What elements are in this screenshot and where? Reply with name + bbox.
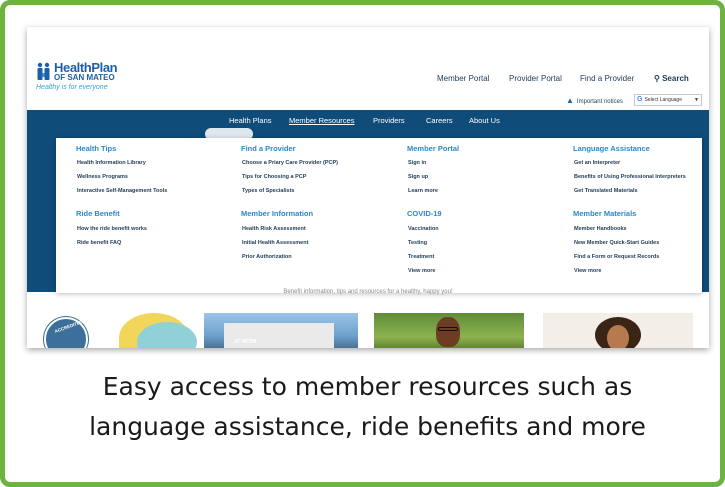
building-sign: AT HPSM (234, 339, 257, 345)
menu-heading-covid-19: COVID-19 (407, 209, 442, 218)
main-nav: Health Plans Member Resources Providers … (27, 110, 709, 130)
menu-link[interactable]: View more (574, 268, 601, 274)
caption-line-2: language assistance, ride benefits and m… (89, 412, 646, 441)
menu-link[interactable]: Find a Form or Request Records (574, 254, 659, 260)
menu-heading-member-information: Member Information (241, 209, 314, 218)
menu-link[interactable]: Get an Interpreter (574, 160, 620, 166)
menu-link[interactable]: New Member Quick-Start Guides (574, 240, 659, 246)
menu-link[interactable]: Tips for Choosing a PCP (242, 174, 306, 180)
nav-careers[interactable]: Careers (426, 116, 453, 125)
brand-tagline: Healthy is for everyone (36, 84, 108, 91)
menu-link[interactable]: Types of Specialists (242, 188, 294, 194)
menu-heading-member-portal: Member Portal (407, 144, 460, 153)
language-select[interactable]: G Select Language ▼ (634, 94, 702, 106)
search-icon: ⚲ (654, 74, 660, 83)
nav-providers[interactable]: Providers (373, 116, 405, 125)
menu-link[interactable]: Choose a Priary Care Provider (PCP) (242, 160, 338, 166)
menu-link[interactable]: Testing (408, 240, 427, 246)
person-glasses (438, 327, 458, 331)
menu-link[interactable]: Learn more (408, 188, 438, 194)
menu-link[interactable]: Get Translated Materials (574, 188, 638, 194)
menu-link[interactable]: Health Information Library (77, 160, 146, 166)
nav-about-us[interactable]: About Us (469, 116, 500, 125)
person-face (607, 325, 629, 348)
nav-member-resources[interactable]: Member Resources (289, 116, 354, 125)
provider-portal-link[interactable]: Provider Portal (509, 74, 562, 83)
language-select-label: Select Language (644, 97, 682, 103)
menu-heading-health-tips: Health Tips (76, 144, 117, 153)
menu-link[interactable]: Vaccination (408, 226, 439, 232)
menu-link[interactable]: Member Handbooks (574, 226, 627, 232)
page-tagline: Benefit information, tips and resources … (283, 289, 453, 295)
menu-link[interactable]: Sign up (408, 174, 428, 180)
family-icon (37, 62, 50, 80)
alert-triangle-icon: ▲ (566, 96, 574, 105)
google-translate-icon: G (637, 96, 643, 103)
menu-link[interactable]: View more (408, 268, 435, 274)
menu-link[interactable]: Interactive Self-Management Tools (77, 188, 167, 194)
building-photo[interactable]: AT HPSM (204, 313, 358, 348)
accreditation-badge: ACCREDITED (44, 317, 88, 348)
member-portal-link[interactable]: Member Portal (437, 74, 489, 83)
menu-heading-find-a-provider: Find a Provider (241, 144, 296, 153)
important-notices-label: Important notices (576, 99, 623, 105)
person-head (436, 317, 460, 347)
promo-frame: HealthPlan OF SAN MATEO Healthy is for e… (0, 0, 725, 487)
menu-link[interactable]: Prior Authorization (242, 254, 292, 260)
menu-link[interactable]: Ride benefit FAQ (77, 240, 121, 246)
brand-logo[interactable]: HealthPlan OF SAN MATEO Healthy is for e… (36, 58, 146, 92)
menu-link[interactable]: How the ride benefit works (77, 226, 147, 232)
menu-heading-member-materials: Member Materials (573, 209, 637, 218)
menu-heading-language-assistance: Language Assistance (573, 144, 650, 153)
nav-health-plans[interactable]: Health Plans (229, 116, 272, 125)
search-button[interactable]: ⚲ Search (654, 74, 689, 83)
menu-link[interactable]: Initial Health Assessment (242, 240, 308, 246)
important-notices-link[interactable]: ▲ Important notices (566, 96, 623, 105)
chevron-down-icon: ▼ (694, 97, 699, 103)
family-photo[interactable] (543, 313, 693, 348)
badge-text: ACCREDITED (54, 319, 84, 334)
menu-heading-ride-benefit: Ride Benefit (76, 209, 120, 218)
promo-caption: Easy access to member resources such as … (5, 367, 725, 447)
caption-line-1: Easy access to member resources such as (102, 372, 633, 401)
member-photo[interactable] (374, 313, 524, 348)
menu-link[interactable]: Wellness Programs (77, 174, 128, 180)
menu-link[interactable]: Sign in (408, 160, 426, 166)
website-screenshot: HealthPlan OF SAN MATEO Healthy is for e… (27, 27, 709, 348)
menu-link[interactable]: Benefits of Using Professional Interpret… (574, 174, 686, 180)
search-label: Search (662, 74, 689, 83)
menu-link[interactable]: Treatment (408, 254, 434, 260)
menu-link[interactable]: Health Risk Assessment (242, 226, 306, 232)
find-a-provider-link[interactable]: Find a Provider (580, 74, 634, 83)
brand-subname: OF SAN MATEO (54, 73, 115, 82)
member-resources-menu: Health Tips Health Information Library W… (56, 138, 702, 293)
